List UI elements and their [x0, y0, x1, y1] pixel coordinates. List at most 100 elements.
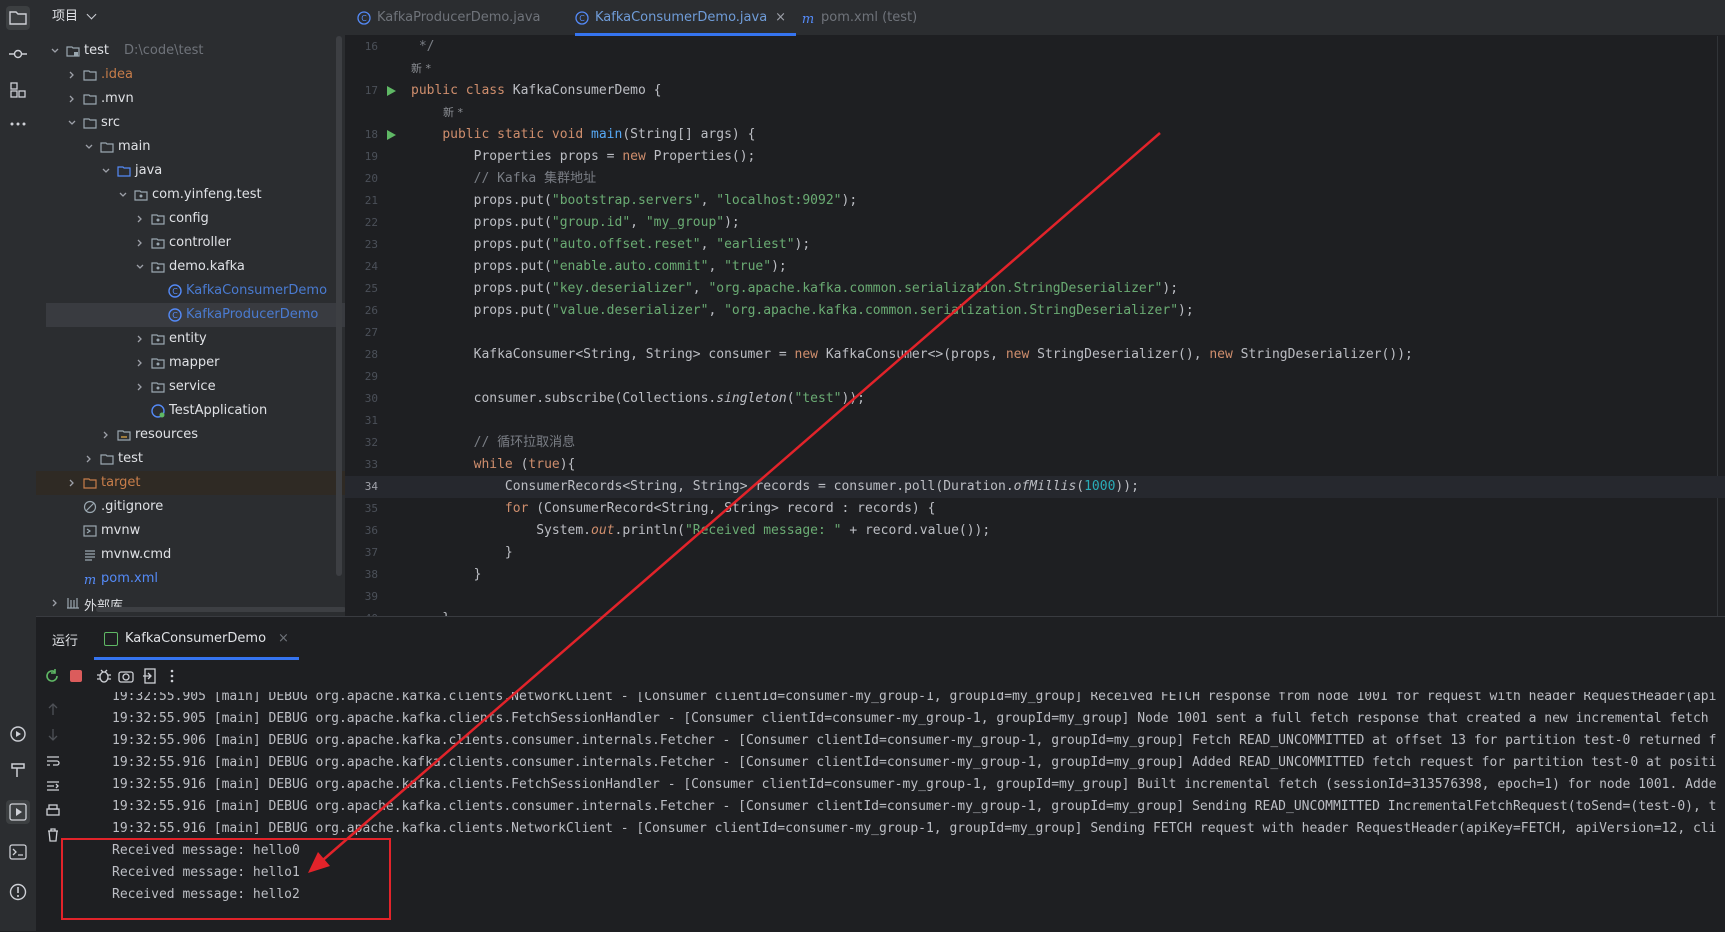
commit-icon[interactable]	[6, 42, 30, 66]
editor-tab[interactable]: C KafkaConsumerDemo.java ×	[575, 0, 797, 36]
code-line[interactable]: 35 for (ConsumerRecord<String, String> r…	[345, 498, 1725, 520]
trash-icon[interactable]	[46, 828, 60, 842]
tree-item[interactable]: main	[36, 135, 345, 159]
tree-item[interactable]: .mvn	[36, 87, 345, 111]
tree-item[interactable]: .idea	[36, 63, 345, 87]
print-icon[interactable]	[46, 804, 60, 818]
author-inlay-hint[interactable]: 新 *	[443, 102, 463, 124]
structure-icon[interactable]	[6, 78, 30, 102]
code-line[interactable]: 20 // Kafka 集群地址	[345, 168, 1725, 190]
code-line[interactable]: 32 // 循环拉取消息	[345, 432, 1725, 454]
close-tab-icon[interactable]: ×	[775, 10, 786, 25]
tree-item[interactable]: com.yinfeng.test	[36, 183, 345, 207]
code-line[interactable]: 21 props.put("bootstrap.servers", "local…	[345, 190, 1725, 212]
project-view-icon[interactable]	[6, 6, 30, 30]
tree-item[interactable]: resources	[36, 423, 345, 447]
tree-item[interactable]: m pom.xml	[36, 567, 345, 591]
code-line[interactable]: 33 while (true){	[345, 454, 1725, 476]
author-inlay-hint[interactable]: 新 *	[411, 58, 431, 80]
code-line[interactable]: 22 props.put("group.id", "my_group");	[345, 212, 1725, 234]
tree-item[interactable]: controller	[36, 231, 345, 255]
chevron-down-icon[interactable]	[101, 165, 111, 175]
code-line[interactable]: 27	[345, 322, 1725, 344]
tree-item[interactable]: entity	[36, 327, 345, 351]
chevron-right-icon[interactable]	[50, 597, 60, 607]
run-gutter-icon[interactable]	[387, 130, 396, 140]
problems-icon[interactable]	[6, 880, 30, 904]
more-options-icon[interactable]	[164, 668, 180, 684]
code-line[interactable]: 38 }	[345, 564, 1725, 586]
scroll-to-end-icon[interactable]	[46, 780, 60, 794]
editor-tab[interactable]: m pom.xml (test)	[801, 0, 927, 35]
chevron-down-icon[interactable]	[50, 45, 60, 55]
chevron-down-icon[interactable]	[67, 117, 77, 127]
tree-item[interactable]: mapper	[36, 351, 345, 375]
chevron-right-icon[interactable]	[135, 357, 145, 367]
services-icon[interactable]	[6, 722, 30, 746]
tree-item[interactable]: mvnw.cmd	[36, 543, 345, 567]
camera-icon[interactable]	[118, 668, 134, 684]
tree-item[interactable]: demo.kafka	[36, 255, 345, 279]
run-config-tab[interactable]: KafkaConsumerDemo ×	[94, 617, 299, 660]
tree-item[interactable]: test D:\code\test	[36, 39, 345, 63]
chevron-right-icon[interactable]	[67, 69, 77, 79]
project-horizontal-scrollbar[interactable]	[96, 607, 345, 612]
tree-item[interactable]: service	[36, 375, 345, 399]
tree-item[interactable]: C KafkaProducerDemo	[46, 303, 345, 327]
code-line[interactable]: 39	[345, 586, 1725, 608]
up-arrow-icon[interactable]	[46, 702, 60, 716]
code-line[interactable]: 18 public static void main(String[] args…	[345, 124, 1725, 146]
chevron-right-icon[interactable]	[135, 381, 145, 391]
code-line[interactable]: 17 public class KafkaConsumerDemo {	[345, 80, 1725, 102]
project-panel-header[interactable]: 项目	[52, 5, 97, 24]
code-editor[interactable]: 16 */新 * 17 public class KafkaConsumerDemo…	[345, 36, 1725, 616]
chevron-right-icon[interactable]	[101, 429, 111, 439]
chevron-down-icon[interactable]	[86, 9, 97, 20]
code-line[interactable]: 19 Properties props = new Properties();	[345, 146, 1725, 168]
code-line[interactable]: 40 }	[345, 608, 1725, 616]
project-scrollbar[interactable]	[336, 36, 342, 576]
stop-icon[interactable]	[68, 668, 84, 684]
tree-item[interactable]: .gitignore	[36, 495, 345, 519]
editor-tab[interactable]: C KafkaProducerDemo.java	[357, 0, 550, 35]
more-tools-icon[interactable]	[6, 112, 30, 136]
tree-item[interactable]: C KafkaConsumerDemo	[36, 279, 345, 303]
code-line[interactable]: 23 props.put("auto.offset.reset", "earli…	[345, 234, 1725, 256]
tree-item[interactable]: TestApplication	[36, 399, 345, 423]
exit-icon[interactable]	[142, 668, 158, 684]
build-icon[interactable]	[6, 758, 30, 782]
code-line[interactable]: 31	[345, 410, 1725, 432]
chevron-down-icon[interactable]	[118, 189, 128, 199]
chevron-right-icon[interactable]	[67, 93, 77, 103]
down-arrow-icon[interactable]	[46, 728, 60, 742]
tree-item[interactable]: java	[36, 159, 345, 183]
debug-bug-icon[interactable]	[96, 668, 112, 684]
code-line[interactable]: 37 }	[345, 542, 1725, 564]
tree-item[interactable]: test	[36, 447, 345, 471]
run-tool-icon[interactable]	[6, 800, 30, 824]
rerun-icon[interactable]	[44, 668, 60, 684]
chevron-right-icon[interactable]	[135, 213, 145, 223]
code-line[interactable]: 25 props.put("key.deserializer", "org.ap…	[345, 278, 1725, 300]
code-line[interactable]: 36 System.out.println("Received message:…	[345, 520, 1725, 542]
chevron-right-icon[interactable]	[67, 477, 77, 487]
chevron-down-icon[interactable]	[135, 261, 145, 271]
chevron-right-icon[interactable]	[135, 237, 145, 247]
code-line[interactable]: 30 consumer.subscribe(Collections.single…	[345, 388, 1725, 410]
code-line[interactable]: 34 ConsumerRecords<String, String> recor…	[345, 476, 1725, 498]
chevron-right-icon[interactable]	[135, 333, 145, 343]
tree-item[interactable]: src	[36, 111, 345, 135]
terminal-icon[interactable]	[6, 840, 30, 864]
tree-item[interactable]: mvnw	[36, 519, 345, 543]
code-line[interactable]: 16 */	[345, 36, 1725, 58]
code-line[interactable]: 26 props.put("value.deserializer", "org.…	[345, 300, 1725, 322]
tree-item[interactable]: config	[36, 207, 345, 231]
chevron-right-icon[interactable]	[84, 453, 94, 463]
code-line[interactable]: 24 props.put("enable.auto.commit", "true…	[345, 256, 1725, 278]
code-line[interactable]: 29	[345, 366, 1725, 388]
close-tab-icon[interactable]: ×	[278, 631, 289, 646]
soft-wrap-icon[interactable]	[46, 754, 60, 768]
code-line[interactable]: 28 KafkaConsumer<String, String> consume…	[345, 344, 1725, 366]
chevron-down-icon[interactable]	[84, 141, 94, 151]
tree-item[interactable]: target	[36, 471, 345, 495]
